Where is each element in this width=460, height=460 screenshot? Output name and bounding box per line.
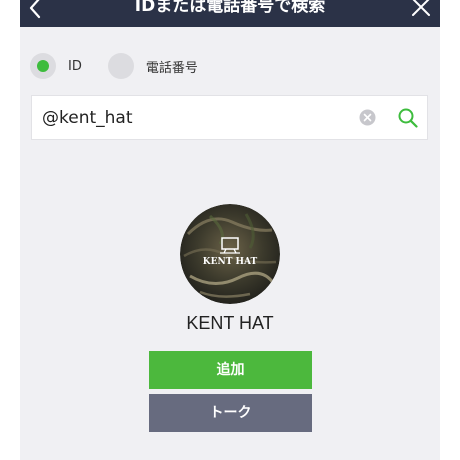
avatar-logo-text: KENT HAT — [203, 257, 258, 267]
clear-icon[interactable] — [359, 109, 376, 126]
radio-option-phone[interactable]: 電話番号 — [107, 53, 198, 79]
page-title: IDまたは電話番号で検索 — [134, 0, 326, 16]
search-input[interactable] — [42, 106, 342, 130]
radio-selected-icon[interactable] — [30, 53, 56, 79]
search-icon[interactable] — [396, 106, 420, 130]
radio-label-phone: 電話番号 — [145, 60, 198, 76]
radio-unselected-icon[interactable] — [107, 53, 134, 79]
search-field — [31, 95, 428, 140]
profile-name: KENT HAT — [186, 313, 274, 333]
close-icon[interactable] — [410, 0, 432, 18]
search-screen: IDまたは電話番号で検索 ID 電話番号 @kent_hat KENT HAT … — [20, 0, 440, 460]
add-friend-button[interactable]: 追加 — [149, 351, 312, 389]
radio-dot — [37, 60, 49, 72]
radio-option-id[interactable]: ID — [30, 53, 82, 79]
radio-label-id: ID — [68, 58, 82, 74]
avatar: KENT HAT — [180, 204, 280, 304]
search-type-selector: ID 電話番号 — [30, 52, 224, 80]
talk-button[interactable]: トーク — [149, 394, 312, 432]
navigation-bar: IDまたは電話番号で検索 — [20, 0, 440, 27]
